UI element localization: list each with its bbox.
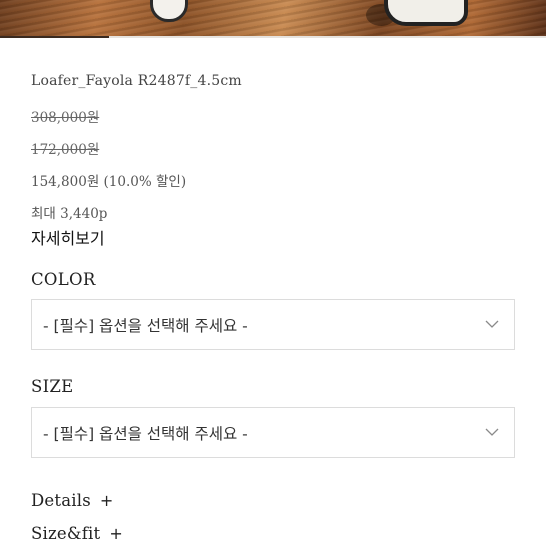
- color-select-value: - [필수] 옵션을 선택해 주세요 -: [43, 317, 248, 335]
- product-image[interactable]: [0, 0, 546, 36]
- size-select[interactable]: - [필수] 옵션을 선택해 주세요 -: [31, 407, 515, 458]
- sale-price: 154,800원 (10.0% 할인): [31, 174, 187, 190]
- chevron-down-icon: [485, 320, 499, 328]
- size-option-label: SIZE: [31, 377, 74, 396]
- plus-icon: +: [99, 491, 114, 510]
- reward-points: 최대 3,440p: [31, 206, 108, 222]
- size-fit-accordion-label: Size&fit: [31, 524, 101, 543]
- image-progress-track: [0, 36, 546, 38]
- image-progress-fill: [0, 36, 110, 38]
- size-select-value: - [필수] 옵션을 선택해 주세요 -: [43, 425, 248, 443]
- color-option-label: COLOR: [31, 270, 96, 289]
- plus-icon: +: [109, 524, 123, 543]
- size-fit-accordion[interactable]: Size&fit +: [31, 524, 123, 543]
- view-details-link[interactable]: 자세히보기: [31, 225, 105, 249]
- details-accordion[interactable]: Details +: [31, 491, 114, 510]
- original-price: 308,000원: [31, 110, 100, 126]
- chevron-down-icon: [485, 428, 499, 436]
- product-name: Loafer_Fayola R2487f_4.5cm: [31, 73, 242, 89]
- consumer-price: 172,000원: [31, 142, 100, 158]
- details-accordion-label: Details: [31, 491, 91, 510]
- shoe-right: [384, 0, 468, 26]
- color-select[interactable]: - [필수] 옵션을 선택해 주세요 -: [31, 299, 515, 350]
